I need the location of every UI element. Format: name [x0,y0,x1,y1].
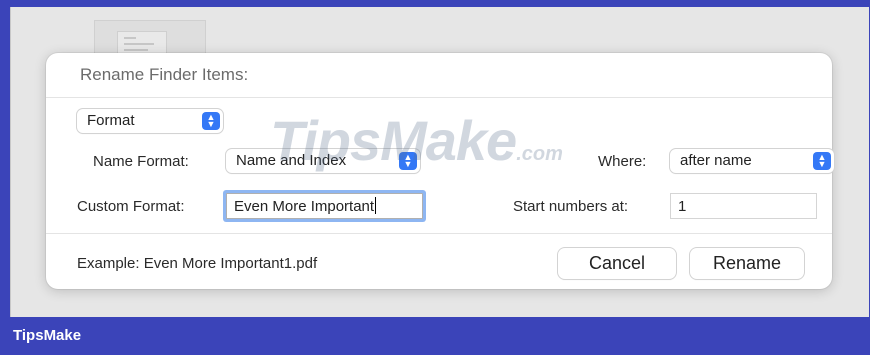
where-label: Where: [598,153,647,170]
text-caret [375,197,377,214]
chevron-up-down-icon: ▲ ▼ [813,152,831,170]
name-format-value: Name and Index [236,152,347,169]
custom-format-value: Even More Important [234,198,375,215]
mode-popup[interactable]: Format ▲ ▼ [77,109,223,133]
rename-button[interactable]: Rename [690,248,804,279]
custom-format-input[interactable]: Even More Important [226,193,423,219]
cancel-button[interactable]: Cancel [558,248,676,279]
start-numbers-value: 1 [678,198,687,215]
dialog-title: Rename Finder Items: [80,65,249,84]
custom-format-label: Custom Format: [77,198,185,215]
name-format-popup[interactable]: Name and Index ▲ ▼ [226,149,420,173]
where-value: after name [680,152,752,169]
where-popup[interactable]: after name ▲ ▼ [670,149,834,173]
rename-dialog: Rename Finder Items: Format ▲ ▼ Name Form… [46,53,834,289]
footer-divider [46,233,832,234]
chevron-up-down-icon: ▲ ▼ [399,152,417,170]
start-numbers-input[interactable]: 1 [670,193,817,219]
name-format-label: Name Format: [93,153,189,170]
footer-brand: TipsMake [13,327,82,344]
mode-popup-value: Format [87,112,135,129]
chevron-up-down-icon: ▲ ▼ [202,112,220,130]
title-divider [46,97,832,98]
example-text: Example: Even More Important1.pdf [77,255,318,272]
start-numbers-label: Start numbers at: [513,198,629,215]
